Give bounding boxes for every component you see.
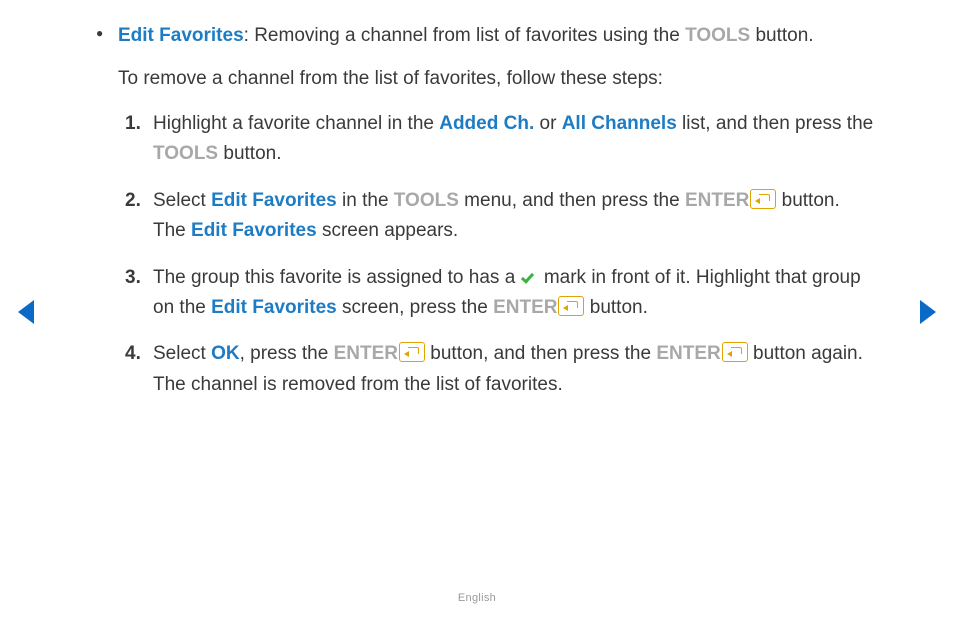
step2-e: screen appears. — [317, 220, 459, 241]
edit-favorites-link: Edit Favorites — [211, 297, 337, 318]
step3-c: screen, press the — [337, 297, 493, 318]
step2-b: in the — [337, 190, 394, 211]
step-2: Select Edit Favorites in the TOOLS menu,… — [153, 186, 876, 247]
step1-b: list, and then press the — [677, 113, 873, 134]
tools-key: TOOLS — [394, 190, 459, 211]
tools-key: TOOLS — [153, 143, 218, 164]
enter-icon — [750, 189, 776, 209]
enter-icon — [399, 342, 425, 362]
step3-a: The group this favorite is assigned to h… — [153, 267, 521, 288]
step3-d: button. — [584, 297, 647, 318]
step4-b: , press the — [240, 343, 334, 364]
check-icon — [521, 269, 539, 285]
intro-text-1: : Removing a channel from list of favori… — [244, 25, 685, 46]
enter-icon — [722, 342, 748, 362]
all-channels-link: All Channels — [562, 113, 677, 134]
intro-bullet: Edit Favorites: Removing a channel from … — [78, 22, 876, 51]
enter-key: ENTER — [656, 343, 720, 364]
step1-or: or — [534, 113, 561, 134]
step-1: Highlight a favorite channel in the Adde… — [153, 109, 876, 170]
intro-secondary: To remove a channel from the list of fav… — [118, 65, 876, 94]
tools-key: TOOLS — [685, 25, 750, 46]
step4-c: button, and then press the — [425, 343, 656, 364]
added-ch-link: Added Ch. — [439, 113, 534, 134]
step1-c: button. — [218, 143, 281, 164]
page-content: Edit Favorites: Removing a channel from … — [0, 0, 954, 400]
intro-text-2: button. — [750, 25, 813, 46]
step-4: Select OK, press the ENTER button, and t… — [153, 339, 876, 400]
steps-list: Highlight a favorite channel in the Adde… — [78, 109, 876, 400]
step2-a: Select — [153, 190, 211, 211]
ok-link: OK — [211, 343, 240, 364]
footer-language: English — [0, 590, 954, 607]
prev-page-arrow[interactable] — [18, 300, 34, 324]
edit-favorites-link: Edit Favorites — [191, 220, 317, 241]
enter-key: ENTER — [493, 297, 557, 318]
edit-favorites-term: Edit Favorites — [118, 25, 244, 46]
enter-icon — [558, 296, 584, 316]
enter-key: ENTER — [334, 343, 398, 364]
next-page-arrow[interactable] — [920, 300, 936, 324]
step1-a: Highlight a favorite channel in the — [153, 113, 439, 134]
step4-a: Select — [153, 343, 211, 364]
step2-c: menu, and then press the — [459, 190, 685, 211]
step-3: The group this favorite is assigned to h… — [153, 263, 876, 324]
edit-favorites-link: Edit Favorites — [211, 190, 337, 211]
enter-key: ENTER — [685, 190, 749, 211]
